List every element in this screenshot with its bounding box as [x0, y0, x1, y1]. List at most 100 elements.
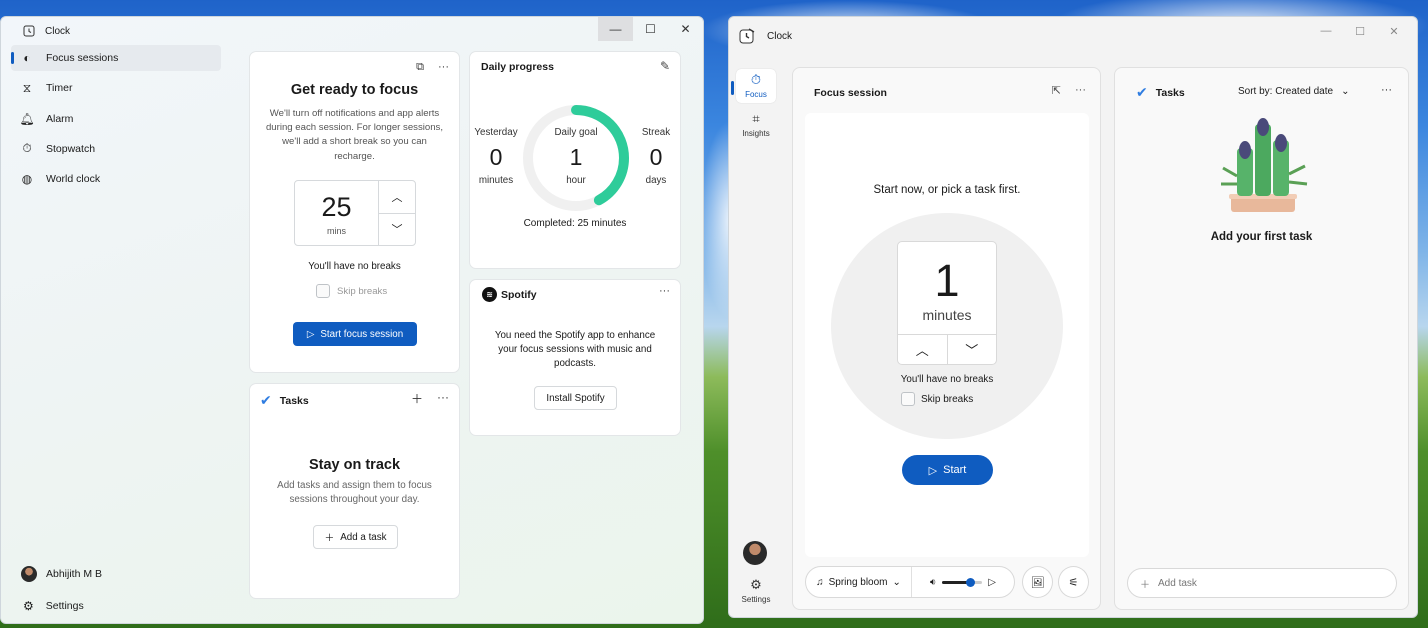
streak-unit: days — [645, 175, 667, 186]
more-options-icon[interactable]: ··· — [437, 390, 449, 407]
skip-breaks-option[interactable]: Skip breaks — [901, 392, 973, 406]
rail-item-focus[interactable]: ⏱︎ Focus — [731, 69, 776, 103]
breaks-info: You'll have no breaks — [900, 374, 994, 385]
settings-label: Settings — [45, 600, 84, 612]
start-focus-session-label: Start focus session — [320, 328, 404, 340]
app-title: Clock — [45, 25, 71, 37]
more-options-icon[interactable]: ··· — [659, 285, 670, 297]
chevron-up-icon: ︿ — [391, 191, 403, 204]
image-button[interactable]: 🖼︎ — [1022, 566, 1053, 598]
app-title: Clock — [767, 30, 793, 42]
user-profile[interactable]: Abhijith M B — [21, 566, 102, 582]
increase-minutes-button[interactable]: ︿ — [898, 335, 948, 364]
minimize-button[interactable]: — — [1309, 21, 1343, 41]
decrease-minutes-button[interactable]: ﹀ — [379, 214, 415, 246]
avatar[interactable] — [743, 541, 767, 565]
clock-window-legacy: Clock — ☐ ✕ ◐ Focus sessions ⧖ Timer 🔔︎ … — [0, 16, 704, 624]
spotify-logo: ≋ Spotify — [482, 287, 537, 302]
install-spotify-label: Install Spotify — [546, 392, 605, 404]
spotify-card: ≋ Spotify ··· You need the Spotify app t… — [469, 279, 681, 436]
todo-check-icon: ✔ — [1136, 84, 1148, 100]
decrease-minutes-button[interactable]: ﹀ — [948, 335, 997, 364]
add-task-input[interactable]: ＋ Add task — [1127, 568, 1397, 598]
skip-breaks-checkbox[interactable] — [901, 392, 915, 406]
volume-slider[interactable] — [942, 577, 983, 587]
yesterday-value: 0 — [489, 144, 503, 170]
more-options-icon[interactable]: ··· — [1075, 84, 1086, 97]
adjust-settings-button[interactable]: ⚟ — [1058, 566, 1089, 598]
close-button[interactable]: ✕ — [668, 17, 703, 41]
volume-icon[interactable]: 🔉︎ — [930, 577, 936, 588]
maximize-button[interactable]: ☐ — [1343, 21, 1377, 41]
sidebar-item-focus-sessions[interactable]: ◐ Focus sessions — [11, 45, 221, 71]
image-icon: 🖼︎ — [1030, 576, 1045, 589]
todo-check-icon: ✔ — [260, 392, 272, 408]
streak-label: Streak — [641, 127, 671, 138]
skip-breaks-option[interactable]: Skip breaks — [316, 284, 387, 298]
chevron-up-icon: ︿ — [915, 343, 929, 358]
rail-item-settings[interactable]: ⚙ Settings — [736, 577, 776, 604]
sidebar-item-stopwatch[interactable]: ⏱︎ Stopwatch — [11, 136, 221, 162]
open-external-icon[interactable]: ⇱ — [1052, 84, 1061, 97]
edit-pencil-icon[interactable]: ✎ — [660, 59, 670, 73]
sidebar-item-alarm[interactable]: 🔔︎ Alarm — [11, 106, 221, 132]
increase-minutes-button[interactable]: ︿ — [379, 181, 415, 214]
sidebar-item-label: Stopwatch — [46, 142, 96, 155]
rail-item-insights[interactable]: ⌗ Insights — [736, 111, 776, 138]
sidebar-item-timer[interactable]: ⧖ Timer — [11, 75, 221, 101]
rail-item-label: Insights — [742, 129, 770, 138]
minutes-stepper[interactable]: 25 mins ︿ ﹀ — [294, 180, 416, 246]
focus-session-body: Start now, or pick a task first. 1 minut… — [805, 113, 1089, 557]
skip-breaks-checkbox[interactable] — [316, 284, 330, 298]
tasks-header: ✔ Tasks — [1136, 84, 1185, 101]
compact-view-icon[interactable]: ⧉ — [416, 61, 424, 74]
skip-breaks-label: Skip breaks — [337, 285, 388, 297]
track-selector[interactable]: ♫ Spring bloom ⌄ — [806, 567, 912, 597]
daily-goal-stat[interactable]: Daily goal 1 hour — [546, 127, 606, 186]
play-icon[interactable]: ▷ — [988, 577, 996, 588]
card-actions: ⧉ ··· — [416, 61, 449, 74]
minutes-value-box[interactable]: 25 mins — [295, 181, 379, 245]
clock-window-new: Clock — ☐ ✕ ⏱︎ Focus ⌗ Insights ⚙ Settin… — [728, 16, 1418, 618]
stepper-arrows: ︿ ﹀ — [898, 334, 996, 364]
volume-knob[interactable] — [966, 577, 976, 587]
start-button[interactable]: ▷ Start — [902, 455, 993, 485]
sidebar-item-label: World clock — [46, 173, 101, 186]
tasks-header: ✔ Tasks — [260, 392, 309, 409]
settings-button[interactable]: ⚙ Settings — [23, 599, 84, 613]
rail-item-label: Focus — [745, 90, 767, 99]
more-options-icon[interactable]: ··· — [1381, 84, 1392, 96]
start-focus-session-button[interactable]: ▷ Start focus session — [293, 322, 417, 346]
more-options-icon[interactable]: ··· — [438, 61, 449, 74]
minutes-value: 1 — [934, 255, 960, 306]
sort-label: Sort by: Created date — [1238, 86, 1334, 97]
focus-title: Get ready to focus — [290, 82, 419, 98]
title-bar: Clock — [739, 28, 792, 44]
close-button[interactable]: ✕ — [1377, 21, 1411, 41]
add-a-task-button[interactable]: ＋ Add a task — [313, 525, 398, 549]
card-actions: ＋ ··· — [411, 390, 449, 407]
minutes-value: 25 — [321, 192, 352, 222]
pane-actions: ⇱ ··· — [1052, 84, 1086, 97]
minutes-stepper[interactable]: 1 minutes ︿ ﹀ — [897, 241, 997, 365]
user-name: Abhijith M B — [46, 568, 103, 580]
install-spotify-button[interactable]: Install Spotify — [534, 386, 617, 410]
window-controls: — ☐ ✕ — [1309, 21, 1411, 41]
music-note-icon: ♫ — [816, 576, 824, 588]
tasks-empty-heading: Stay on track — [308, 457, 401, 473]
bell-icon: 🔔︎ — [19, 111, 35, 126]
sidebar-item-world-clock[interactable]: ◍ World clock — [11, 166, 221, 192]
sort-dropdown[interactable]: Sort by: Created date ⌄ — [1238, 86, 1349, 97]
minimize-button[interactable]: — — [598, 17, 633, 41]
globe-icon: ◍ — [21, 172, 33, 187]
maximize-button[interactable]: ☐ — [633, 17, 668, 41]
chevron-down-icon: ⌄ — [1341, 86, 1350, 97]
add-icon[interactable]: ＋ — [411, 390, 423, 407]
focus-timer-icon: ⏱︎ — [750, 72, 762, 87]
daily-goal-value: 1 — [569, 144, 583, 170]
track-name: Spring bloom — [828, 576, 888, 588]
minutes-unit: mins — [326, 226, 346, 236]
hourglass-icon: ⧖ — [22, 80, 32, 95]
tasks-title: Tasks — [1155, 86, 1185, 99]
chevron-down-icon: ﹀ — [391, 224, 403, 237]
